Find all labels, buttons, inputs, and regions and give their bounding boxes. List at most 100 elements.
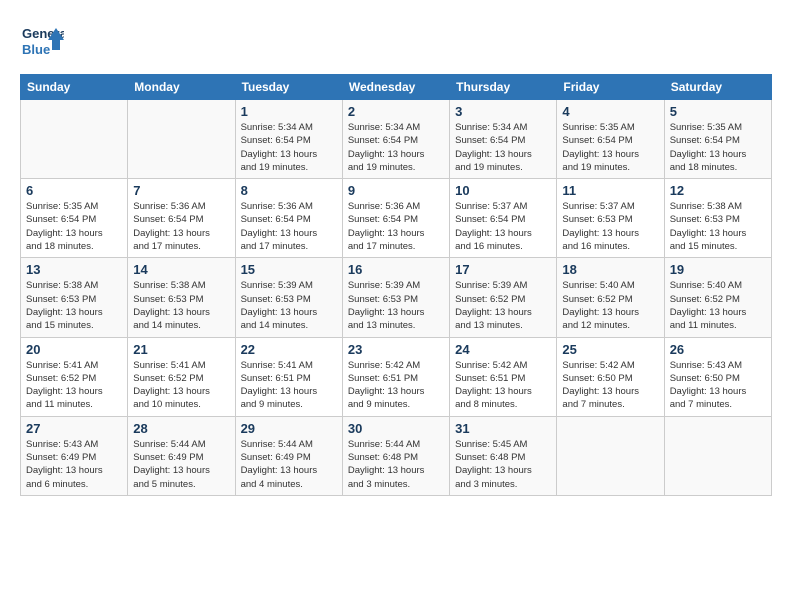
day-number: 3 xyxy=(455,104,551,119)
calendar-cell: 25 Sunrise: 5:42 AM Sunset: 6:50 PM Dayli… xyxy=(557,337,664,416)
day-info: Sunrise: 5:38 AM Sunset: 6:53 PM Dayligh… xyxy=(670,200,766,253)
day-info: Sunrise: 5:39 AM Sunset: 6:53 PM Dayligh… xyxy=(241,279,337,332)
day-info: Sunrise: 5:35 AM Sunset: 6:54 PM Dayligh… xyxy=(670,121,766,174)
day-number: 21 xyxy=(133,342,229,357)
calendar-cell: 29 Sunrise: 5:44 AM Sunset: 6:49 PM Dayli… xyxy=(235,416,342,495)
day-number: 20 xyxy=(26,342,122,357)
weekday-header-friday: Friday xyxy=(557,75,664,100)
day-number: 8 xyxy=(241,183,337,198)
day-number: 26 xyxy=(670,342,766,357)
day-number: 24 xyxy=(455,342,551,357)
calendar-cell xyxy=(21,100,128,179)
day-info: Sunrise: 5:44 AM Sunset: 6:49 PM Dayligh… xyxy=(133,438,229,491)
day-info: Sunrise: 5:42 AM Sunset: 6:50 PM Dayligh… xyxy=(562,359,658,412)
calendar-cell: 1 Sunrise: 5:34 AM Sunset: 6:54 PM Daylig… xyxy=(235,100,342,179)
day-info: Sunrise: 5:42 AM Sunset: 6:51 PM Dayligh… xyxy=(455,359,551,412)
weekday-header-tuesday: Tuesday xyxy=(235,75,342,100)
day-info: Sunrise: 5:43 AM Sunset: 6:49 PM Dayligh… xyxy=(26,438,122,491)
day-number: 23 xyxy=(348,342,444,357)
day-info: Sunrise: 5:41 AM Sunset: 6:52 PM Dayligh… xyxy=(133,359,229,412)
logo-svg: General Blue xyxy=(20,20,64,64)
weekday-header-thursday: Thursday xyxy=(450,75,557,100)
calendar-cell: 15 Sunrise: 5:39 AM Sunset: 6:53 PM Dayli… xyxy=(235,258,342,337)
calendar-cell: 20 Sunrise: 5:41 AM Sunset: 6:52 PM Dayli… xyxy=(21,337,128,416)
day-number: 31 xyxy=(455,421,551,436)
day-info: Sunrise: 5:37 AM Sunset: 6:53 PM Dayligh… xyxy=(562,200,658,253)
calendar-week-2: 6 Sunrise: 5:35 AM Sunset: 6:54 PM Daylig… xyxy=(21,179,772,258)
day-info: Sunrise: 5:38 AM Sunset: 6:53 PM Dayligh… xyxy=(26,279,122,332)
day-info: Sunrise: 5:36 AM Sunset: 6:54 PM Dayligh… xyxy=(241,200,337,253)
weekday-header-row: SundayMondayTuesdayWednesdayThursdayFrid… xyxy=(21,75,772,100)
calendar-cell: 22 Sunrise: 5:41 AM Sunset: 6:51 PM Dayli… xyxy=(235,337,342,416)
calendar-cell: 19 Sunrise: 5:40 AM Sunset: 6:52 PM Dayli… xyxy=(664,258,771,337)
day-number: 5 xyxy=(670,104,766,119)
calendar-cell: 13 Sunrise: 5:38 AM Sunset: 6:53 PM Dayli… xyxy=(21,258,128,337)
day-number: 17 xyxy=(455,262,551,277)
day-number: 6 xyxy=(26,183,122,198)
day-info: Sunrise: 5:40 AM Sunset: 6:52 PM Dayligh… xyxy=(562,279,658,332)
calendar-table: SundayMondayTuesdayWednesdayThursdayFrid… xyxy=(20,74,772,496)
day-number: 19 xyxy=(670,262,766,277)
calendar-week-1: 1 Sunrise: 5:34 AM Sunset: 6:54 PM Daylig… xyxy=(21,100,772,179)
day-info: Sunrise: 5:35 AM Sunset: 6:54 PM Dayligh… xyxy=(562,121,658,174)
day-info: Sunrise: 5:36 AM Sunset: 6:54 PM Dayligh… xyxy=(348,200,444,253)
calendar-cell: 17Sunrise: 5:39 AM Sunset: 6:52 PM Dayli… xyxy=(450,258,557,337)
day-info: Sunrise: 5:34 AM Sunset: 6:54 PM Dayligh… xyxy=(241,121,337,174)
day-number: 28 xyxy=(133,421,229,436)
calendar-cell xyxy=(128,100,235,179)
day-info: Sunrise: 5:42 AM Sunset: 6:51 PM Dayligh… xyxy=(348,359,444,412)
calendar-cell: 12 Sunrise: 5:38 AM Sunset: 6:53 PM Dayli… xyxy=(664,179,771,258)
calendar-cell: 31 Sunrise: 5:45 AM Sunset: 6:48 PM Dayli… xyxy=(450,416,557,495)
day-number: 22 xyxy=(241,342,337,357)
weekday-header-monday: Monday xyxy=(128,75,235,100)
calendar-cell xyxy=(664,416,771,495)
day-number: 4 xyxy=(562,104,658,119)
day-number: 30 xyxy=(348,421,444,436)
calendar-cell: 27 Sunrise: 5:43 AM Sunset: 6:49 PM Dayli… xyxy=(21,416,128,495)
day-number: 11 xyxy=(562,183,658,198)
day-number: 1 xyxy=(241,104,337,119)
calendar-cell: 24 Sunrise: 5:42 AM Sunset: 6:51 PM Dayli… xyxy=(450,337,557,416)
day-info: Sunrise: 5:34 AM Sunset: 6:54 PM Dayligh… xyxy=(455,121,551,174)
day-info: Sunrise: 5:45 AM Sunset: 6:48 PM Dayligh… xyxy=(455,438,551,491)
calendar-cell: 7 Sunrise: 5:36 AM Sunset: 6:54 PM Daylig… xyxy=(128,179,235,258)
svg-text:Blue: Blue xyxy=(22,42,50,57)
calendar-cell: 6 Sunrise: 5:35 AM Sunset: 6:54 PM Daylig… xyxy=(21,179,128,258)
calendar-cell xyxy=(557,416,664,495)
day-number: 29 xyxy=(241,421,337,436)
day-number: 12 xyxy=(670,183,766,198)
day-number: 27 xyxy=(26,421,122,436)
calendar-cell: 18 Sunrise: 5:40 AM Sunset: 6:52 PM Dayli… xyxy=(557,258,664,337)
day-info: Sunrise: 5:44 AM Sunset: 6:49 PM Dayligh… xyxy=(241,438,337,491)
calendar-cell: 5 Sunrise: 5:35 AM Sunset: 6:54 PM Daylig… xyxy=(664,100,771,179)
calendar-cell: 30 Sunrise: 5:44 AM Sunset: 6:48 PM Dayli… xyxy=(342,416,449,495)
day-info: Sunrise: 5:43 AM Sunset: 6:50 PM Dayligh… xyxy=(670,359,766,412)
calendar-cell: 2Sunrise: 5:34 AM Sunset: 6:54 PM Daylig… xyxy=(342,100,449,179)
day-number: 10 xyxy=(455,183,551,198)
day-number: 15 xyxy=(241,262,337,277)
day-info: Sunrise: 5:44 AM Sunset: 6:48 PM Dayligh… xyxy=(348,438,444,491)
day-info: Sunrise: 5:41 AM Sunset: 6:52 PM Dayligh… xyxy=(26,359,122,412)
day-info: Sunrise: 5:38 AM Sunset: 6:53 PM Dayligh… xyxy=(133,279,229,332)
day-number: 25 xyxy=(562,342,658,357)
day-info: Sunrise: 5:34 AM Sunset: 6:54 PM Dayligh… xyxy=(348,121,444,174)
day-info: Sunrise: 5:35 AM Sunset: 6:54 PM Dayligh… xyxy=(26,200,122,253)
day-info: Sunrise: 5:41 AM Sunset: 6:51 PM Dayligh… xyxy=(241,359,337,412)
day-info: Sunrise: 5:40 AM Sunset: 6:52 PM Dayligh… xyxy=(670,279,766,332)
calendar-cell: 9 Sunrise: 5:36 AM Sunset: 6:54 PM Daylig… xyxy=(342,179,449,258)
day-number: 18 xyxy=(562,262,658,277)
day-number: 9 xyxy=(348,183,444,198)
day-info: Sunrise: 5:37 AM Sunset: 6:54 PM Dayligh… xyxy=(455,200,551,253)
day-number: 7 xyxy=(133,183,229,198)
day-number: 16 xyxy=(348,262,444,277)
calendar-cell: 11 Sunrise: 5:37 AM Sunset: 6:53 PM Dayli… xyxy=(557,179,664,258)
calendar-cell: 16Sunrise: 5:39 AM Sunset: 6:53 PM Dayli… xyxy=(342,258,449,337)
calendar-cell: 26 Sunrise: 5:43 AM Sunset: 6:50 PM Dayli… xyxy=(664,337,771,416)
weekday-header-sunday: Sunday xyxy=(21,75,128,100)
day-info: Sunrise: 5:36 AM Sunset: 6:54 PM Dayligh… xyxy=(133,200,229,253)
logo: General Blue xyxy=(20,20,64,64)
calendar-week-3: 13 Sunrise: 5:38 AM Sunset: 6:53 PM Dayli… xyxy=(21,258,772,337)
day-number: 13 xyxy=(26,262,122,277)
calendar-cell: 8 Sunrise: 5:36 AM Sunset: 6:54 PM Daylig… xyxy=(235,179,342,258)
weekday-header-saturday: Saturday xyxy=(664,75,771,100)
